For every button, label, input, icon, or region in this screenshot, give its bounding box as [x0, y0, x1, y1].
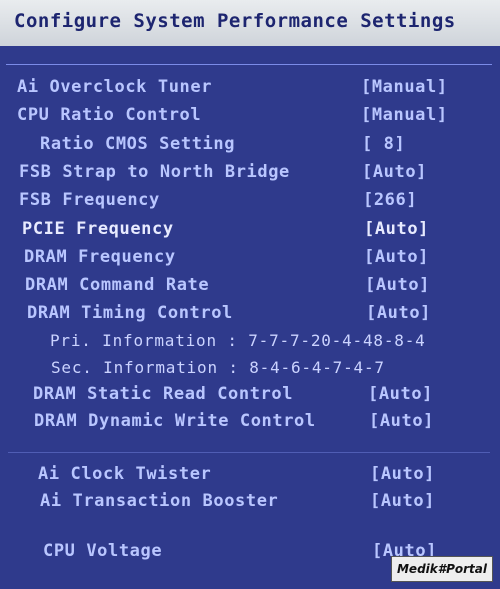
setting-label: Ai Overclock Tuner [17, 77, 213, 97]
setting-value[interactable]: [Auto] [369, 411, 434, 431]
setting-value[interactable]: [Auto] [370, 491, 435, 511]
secondary-timing-info: Sec. Information : 8-4-6-4-7-4-7 [51, 358, 385, 377]
setting-value[interactable]: [Auto] [364, 247, 429, 267]
primary-timing-info: Pri. Information : 7-7-7-20-4-48-8-4 [50, 331, 426, 350]
setting-value[interactable]: [Manual] [361, 77, 448, 97]
page-title: Configure System Performance Settings [14, 10, 456, 32]
bios-screen: Configure System Performance Settings Ai… [0, 0, 500, 589]
setting-value[interactable]: [Manual] [361, 105, 448, 125]
setting-label: DRAM Timing Control [27, 303, 233, 323]
frame-divider [6, 64, 492, 65]
setting-label: Ai Clock Twister [38, 464, 212, 484]
setting-label: DRAM Frequency [24, 247, 176, 267]
setting-value[interactable]: [Auto] [364, 219, 429, 239]
setting-value[interactable]: [Auto] [366, 303, 431, 323]
setting-value[interactable]: [ 8] [362, 134, 405, 154]
setting-label: FSB Strap to North Bridge [19, 162, 290, 182]
setting-label: CPU Voltage [43, 541, 163, 561]
setting-value[interactable]: [Auto] [362, 162, 427, 182]
section-divider [8, 452, 490, 453]
setting-label: Ai Transaction Booster [40, 491, 279, 511]
setting-label: FSB Frequency [19, 190, 160, 210]
setting-label: DRAM Dynamic Write Control [34, 411, 316, 431]
setting-value[interactable]: [266] [363, 190, 417, 210]
setting-value[interactable]: [Auto] [365, 275, 430, 295]
setting-label: DRAM Static Read Control [33, 384, 294, 404]
watermark-badge: Medik#Portal [391, 556, 493, 582]
setting-label: DRAM Command Rate [25, 275, 210, 295]
setting-value[interactable]: [Auto] [368, 384, 433, 404]
setting-label: Ratio CMOS Setting [40, 134, 236, 154]
title-bar: Configure System Performance Settings [0, 0, 500, 46]
setting-label: CPU Ratio Control [17, 105, 202, 125]
setting-value[interactable]: [Auto] [370, 464, 435, 484]
setting-label: PCIE Frequency [22, 219, 174, 239]
